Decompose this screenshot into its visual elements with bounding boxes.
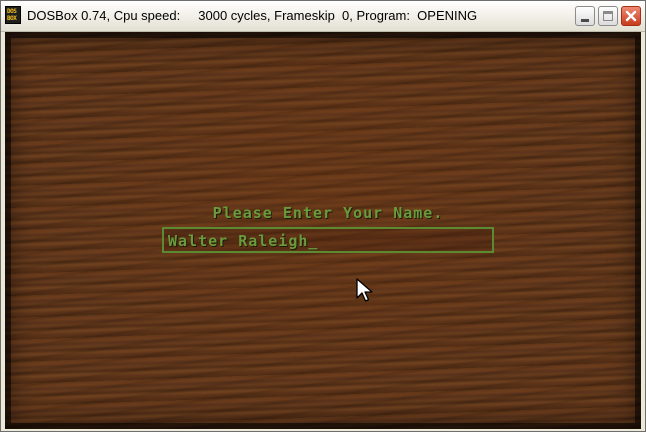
dosbox-icon-text-bottom: BOX — [7, 15, 17, 22]
minimize-icon — [581, 19, 589, 22]
minimize-button[interactable] — [575, 6, 595, 26]
title-bar[interactable]: DOS BOX DOSBox 0.74, Cpu speed: 3000 cyc… — [1, 1, 645, 32]
game-screen[interactable]: Please Enter Your Name. — [5, 32, 641, 429]
name-prompt: Please Enter Your Name. — [212, 204, 444, 222]
dosbox-icon-text-top: DOS — [7, 8, 17, 15]
name-entry-box[interactable] — [162, 227, 494, 253]
mouse-pointer-icon — [356, 278, 373, 302]
close-icon — [625, 10, 637, 22]
window-title: DOSBox 0.74, Cpu speed: 3000 cycles, Fra… — [27, 8, 478, 23]
close-button[interactable] — [621, 6, 641, 26]
dosbox-icon[interactable]: DOS BOX — [5, 6, 21, 24]
name-input[interactable] — [168, 232, 488, 250]
maximize-button[interactable] — [598, 6, 618, 26]
maximize-icon — [603, 11, 613, 21]
dosbox-window: DOS BOX DOSBox 0.74, Cpu speed: 3000 cyc… — [0, 0, 646, 432]
